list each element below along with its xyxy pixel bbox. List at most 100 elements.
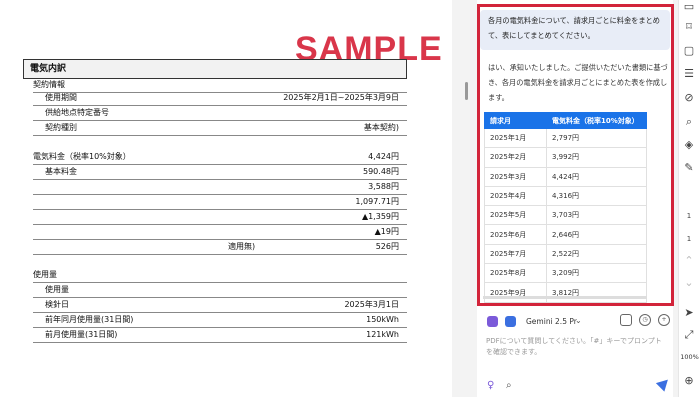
cell-month: 2025年7月: [484, 243, 547, 265]
row-label: 前月使用量(31日間): [45, 330, 118, 339]
cell-month: 2025年1月: [484, 127, 547, 149]
row-value: 590.48円: [363, 167, 399, 176]
signature-icon[interactable]: ✎: [682, 161, 696, 175]
row-value: 基本契約): [363, 123, 399, 132]
layers-icon[interactable]: ◈: [682, 138, 696, 152]
comment-icon[interactable]: ▢: [682, 44, 696, 58]
document-row: 前年同月使用量(31日間) 150kWh: [33, 313, 407, 328]
table-row: 2025年6月 2,646円: [484, 224, 647, 245]
row-value: ▲1,359円: [361, 212, 399, 221]
table-row: 2025年9月 3,812円: [484, 282, 647, 303]
bookmark-icon[interactable]: ⌑: [682, 20, 696, 34]
fit-page-icon[interactable]: ⤢: [682, 328, 696, 342]
document-row: 3,588円: [33, 180, 407, 195]
cell-month: 2025年9月: [484, 282, 547, 303]
row-value: 4,424円: [368, 152, 399, 161]
assistant-reply: はい、承知いたしました。ご提供いただいた書類に基づき、各月の電気料金を請求月ごと…: [488, 63, 668, 102]
row-value: ▲19円: [374, 227, 399, 236]
document-viewer[interactable]: SAMPLE 電気内訳 契約情報 使用期間 2025年2月1日~2025年3月9日供…: [0, 0, 460, 397]
table-row: 2025年4月 4,316円: [484, 185, 647, 207]
app-window: SAMPLE 電気内訳 契約情報 使用期間 2025年2月1日~2025年3月9日供…: [0, 0, 700, 397]
document-row: 前月使用量(31日間) 121kWh: [33, 328, 407, 343]
zoom-level[interactable]: 100%: [679, 353, 700, 361]
document-row: 基本料金 590.48円: [33, 165, 407, 180]
table-row: 2025年1月 2,797円: [484, 127, 647, 149]
cell-month: 2025年4月: [484, 185, 547, 207]
document-row: 1,097.71円: [33, 195, 407, 210]
row-label: 電気料金（税率10%対象）: [33, 152, 131, 161]
cell-amount: 4,424円: [546, 166, 647, 187]
row-value: 150kWh: [366, 315, 399, 324]
page-number-current: 1: [686, 212, 692, 220]
user-message: 各月の電気料金について、請求月ごとに料金をまとめて、表にしてまとめてください。: [480, 10, 670, 50]
document-icon[interactable]: ▭: [682, 0, 696, 14]
cell-amount: 2,522円: [546, 243, 647, 265]
document-row: [33, 136, 407, 151]
row-value: 2025年2月1日~2025年3月9日: [283, 93, 399, 102]
pdf-page: SAMPLE 電気内訳 契約情報 使用期間 2025年2月1日~2025年3月9日供…: [0, 0, 452, 397]
cell-amount: 3,209円: [546, 263, 647, 284]
cell-month: 2025年8月: [484, 263, 547, 284]
model-logo-icon: [505, 316, 516, 327]
table-row: 2025年8月 3,209円: [484, 263, 647, 284]
row-label: 契約情報: [33, 80, 65, 89]
page-number-total: 1: [686, 235, 692, 243]
cell-amount: 4,316円: [546, 185, 647, 207]
cell-amount: 3,703円: [546, 205, 647, 226]
document-row: 使用量: [33, 283, 407, 298]
document-row: ▲1,359円: [33, 210, 407, 225]
cell-amount: 2,646円: [546, 224, 647, 245]
row-value: 121kWh: [366, 330, 399, 339]
attachment-icon[interactable]: ⊘: [682, 91, 696, 105]
table-horizontal-scrollbar[interactable]: [483, 296, 647, 299]
cell-amount: 3,812円: [546, 282, 647, 303]
search-icon[interactable]: ⌕: [682, 115, 696, 129]
row-value: 3,588円: [368, 182, 399, 191]
cell-month: 2025年5月: [484, 205, 547, 226]
document-row: 契約種別 基本契約): [33, 121, 407, 136]
row-value: 2025年3月1日: [344, 300, 399, 309]
row-label: 使用量: [33, 270, 57, 279]
document-scrollbar[interactable]: [465, 82, 468, 100]
document-row: ▲19円: [33, 225, 407, 240]
row-note: 適用無): [228, 242, 256, 251]
page-up-icon[interactable]: ⌃: [682, 254, 696, 268]
zoom-in-icon[interactable]: ⊕: [682, 374, 696, 388]
chevron-down-icon[interactable]: ⌄: [575, 316, 582, 325]
table-row: 2025年5月 3,703円: [484, 205, 647, 226]
row-label: 前年同月使用量(31日間): [45, 315, 134, 324]
page-down-icon[interactable]: ⌄: [682, 276, 696, 290]
prompt-input[interactable]: PDFについて質問してください。「#」キーでプロンプトを確認できます。: [486, 336, 666, 358]
document-row: 使用量: [33, 268, 407, 283]
history-icon[interactable]: ◷: [639, 314, 651, 326]
document-row: 供給地点特定番号: [33, 106, 407, 121]
form-icon[interactable]: ☰: [682, 67, 696, 81]
model-selector[interactable]: Gemini 2.5 Pr: [526, 317, 577, 326]
document-row: 使用期間 2025年2月1日~2025年3月9日: [33, 91, 407, 106]
table-row: 2025年7月 2,522円: [484, 243, 647, 265]
ai-assistant-icon[interactable]: [487, 316, 498, 327]
row-label: 使用量: [45, 285, 69, 294]
document-row: 検針日 2025年3月1日: [33, 298, 407, 313]
row-label: 供給地点特定番号: [45, 108, 109, 117]
table-header-month: 請求月: [484, 112, 547, 129]
table-row: 2025年2月 3,992円: [484, 147, 647, 168]
attach-icon[interactable]: ⌕: [506, 380, 512, 391]
row-label: 基本料金: [45, 167, 77, 176]
cursor-select-icon[interactable]: ➤: [682, 306, 696, 320]
cell-month: 2025年6月: [484, 224, 547, 245]
new-chat-icon[interactable]: +: [658, 314, 670, 326]
row-value: 1,097.71円: [355, 197, 399, 206]
row-value: 526円: [375, 242, 399, 251]
billing-table: 請求月 電気料金（税率10%対象） 2025年1月 2,797円 2025年2月 3,…: [484, 112, 647, 303]
cell-amount: 3,992円: [546, 147, 647, 168]
table-header-amount: 電気料金（税率10%対象）: [546, 112, 647, 129]
document-row: 適用無) 526円: [33, 240, 407, 255]
copy-icon[interactable]: [620, 314, 632, 326]
row-label: 使用期間: [45, 93, 77, 102]
table-header-row: 請求月 電気料金（税率10%対象）: [484, 112, 647, 129]
cell-amount: 2,797円: [546, 127, 647, 149]
document-row: 電気料金（税率10%対象） 4,424円: [33, 150, 407, 165]
cell-month: 2025年2月: [484, 147, 547, 168]
lightbulb-icon[interactable]: ♀: [487, 380, 494, 391]
